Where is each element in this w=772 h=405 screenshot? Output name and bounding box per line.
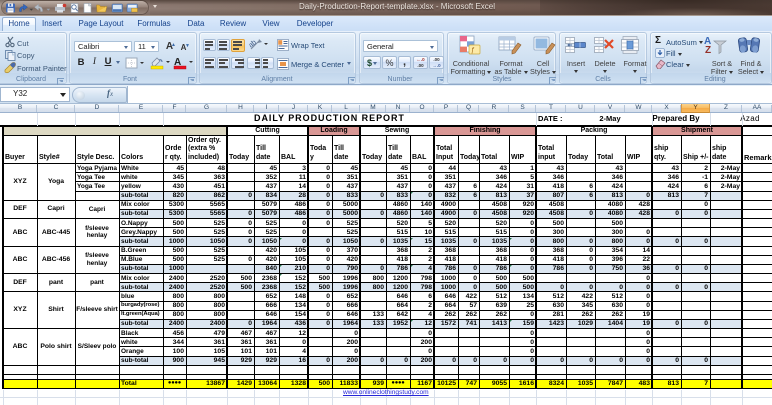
svg-text:Z: Z (705, 45, 711, 55)
svg-text:ab: ab (249, 39, 258, 49)
svg-text:ƒ: ƒ (471, 47, 475, 54)
